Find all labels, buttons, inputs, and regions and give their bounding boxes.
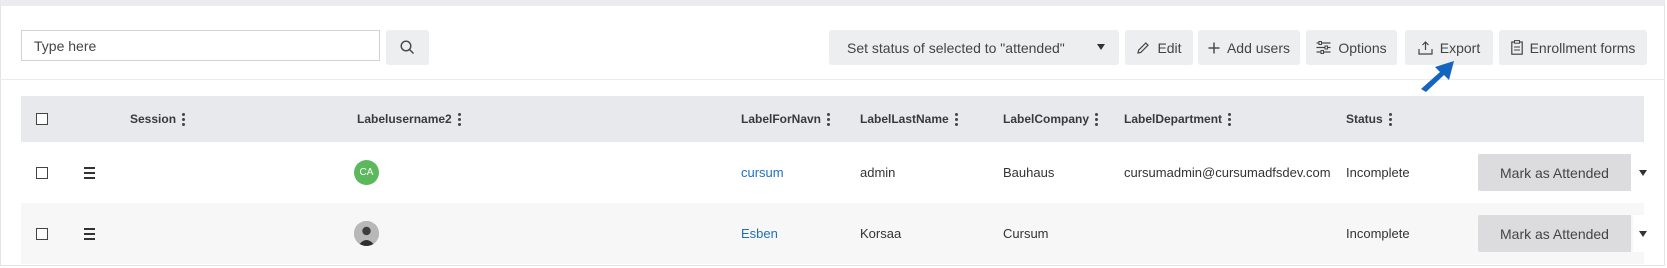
column-header-department[interactable]: LabelDepartment (1124, 96, 1232, 142)
add-users-button[interactable]: Add users (1198, 30, 1300, 65)
column-menu-icon[interactable] (1228, 112, 1232, 126)
last-name-cell: Korsaa (860, 226, 902, 241)
column-header-username[interactable]: Labelusername2 (357, 96, 461, 142)
row-menu-icon[interactable] (84, 167, 95, 182)
pencil-icon (1137, 41, 1150, 54)
column-header-status[interactable]: Status (1346, 96, 1392, 142)
chevron-down-icon (1639, 230, 1647, 237)
export-icon (1418, 40, 1433, 55)
search-button[interactable] (386, 30, 429, 65)
first-name-link[interactable]: Esben (741, 203, 778, 264)
enrollment-forms-button[interactable]: Enrollment forms (1499, 30, 1647, 65)
set-status-select[interactable]: Set status of selected to "attended" (829, 30, 1119, 65)
mark-dropdown-toggle[interactable] (1633, 215, 1653, 252)
select-all-checkbox[interactable] (36, 113, 48, 125)
mark-dropdown-toggle[interactable] (1633, 154, 1653, 191)
mark-as-attended-button[interactable]: Mark as Attended (1478, 215, 1631, 252)
column-menu-icon[interactable] (182, 112, 186, 126)
status-cell: Incomplete (1346, 165, 1410, 180)
row-checkbox[interactable] (36, 228, 48, 240)
last-name-cell: admin (860, 165, 896, 180)
column-menu-icon[interactable] (954, 112, 958, 126)
column-header-last-name[interactable]: LabelLastName (860, 96, 958, 142)
mark-as-attended-button[interactable]: Mark as Attended (1478, 154, 1631, 191)
set-status-select-value: Set status of selected to "attended" (847, 39, 1065, 56)
sliders-icon (1316, 41, 1331, 54)
avatar (354, 221, 379, 246)
export-label: Export (1439, 39, 1481, 56)
chevron-down-icon (1639, 169, 1647, 176)
options-label: Options (1338, 39, 1387, 56)
toolbar-divider (0, 79, 1665, 80)
search-input[interactable] (21, 30, 380, 61)
search-icon (400, 40, 414, 54)
table-header: Session Labelusername2 LabelForNavn Labe… (21, 96, 1644, 142)
column-header-first-name[interactable]: LabelForNavn (741, 96, 831, 142)
row-menu-icon[interactable] (84, 228, 95, 243)
row-checkbox[interactable] (36, 167, 48, 179)
column-menu-icon[interactable] (1095, 112, 1099, 126)
edit-label: Edit (1157, 39, 1182, 56)
column-header-session[interactable]: Session (130, 96, 186, 142)
table-row: CA cursum admin Bauhaus cursumadmin@curs… (21, 142, 1653, 203)
table-row: Esben Korsaa Cursum Incomplete Mark as A… (21, 203, 1653, 264)
column-menu-icon[interactable] (457, 112, 461, 126)
department-cell: cursumadmin@cursumadfsdev.com (1124, 165, 1331, 180)
clipboard-icon (1510, 40, 1523, 55)
column-header-company[interactable]: LabelCompany (1003, 96, 1099, 142)
first-name-link[interactable]: cursum (741, 142, 784, 203)
annotation-arrow-icon (1421, 61, 1454, 92)
column-menu-icon[interactable] (827, 112, 831, 126)
company-cell: Cursum (1003, 226, 1049, 241)
plus-icon (1208, 42, 1220, 53)
edit-button[interactable]: Edit (1125, 30, 1193, 65)
chevron-down-icon (1097, 44, 1105, 50)
options-button[interactable]: Options (1306, 30, 1397, 65)
user-photo-icon (354, 221, 379, 246)
enrollment-forms-label: Enrollment forms (1529, 39, 1636, 56)
column-menu-icon[interactable] (1388, 112, 1392, 126)
add-users-label: Add users (1226, 39, 1291, 56)
company-cell: Bauhaus (1003, 165, 1055, 180)
status-cell: Incomplete (1346, 226, 1410, 241)
avatar: CA (354, 160, 379, 185)
